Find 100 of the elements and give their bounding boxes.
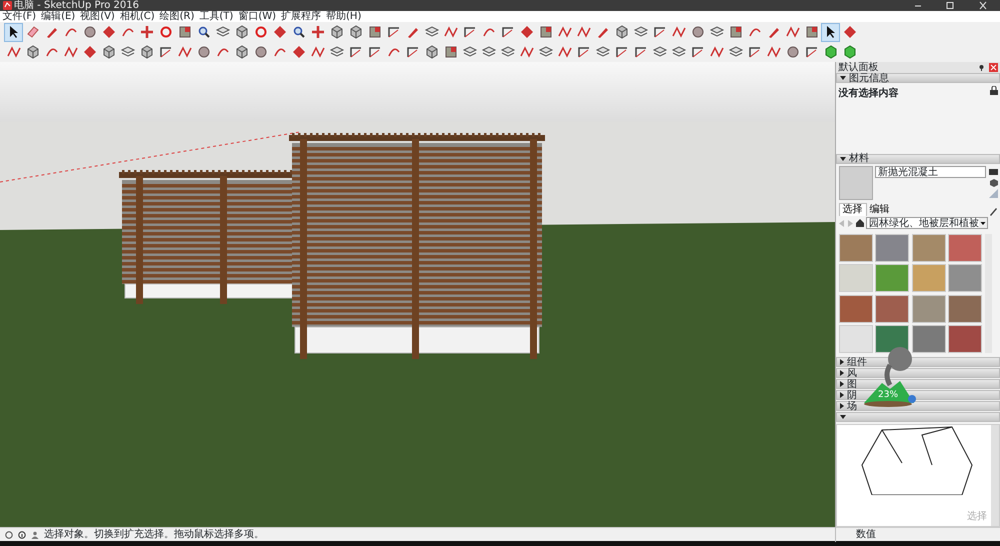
cube-icon [24,44,40,60]
texture-swatch[interactable] [948,234,982,262]
zigzag-icon [766,44,782,60]
zigzag-icon [670,24,686,40]
maximize-icon [945,1,955,10]
texture-swatch[interactable] [838,325,872,354]
menu-item[interactable]: 编辑(E) [41,11,76,22]
box-icon [822,44,838,60]
texture-swatch[interactable] [838,264,872,292]
menu-item[interactable]: 文件(F) [2,11,36,22]
texture-swatch[interactable] [838,234,872,262]
zigzag-icon [708,44,724,60]
section-title: 组件 [847,358,867,367]
geo-location-icon [5,530,13,538]
cross-arrows-icon [138,24,154,40]
menu-item[interactable]: 相机(C) [120,11,155,22]
section-title: 阴 [847,390,857,400]
menu-item[interactable]: 视图(V) [80,11,115,22]
panel-section-header[interactable]: 图元信息 [836,73,1000,83]
cube-icon [234,24,250,40]
status-text: 选择对象。切换到扩充选择。拖动鼠标选择多项。 [44,528,265,542]
texture-swatch[interactable] [912,294,946,323]
zigzag-icon [556,44,572,60]
cube-icon [100,44,116,60]
cube-icon [234,44,250,60]
texture-swatch[interactable] [948,264,982,292]
circle-icon [82,24,98,40]
cube-icon [424,44,440,60]
zigzag-icon [784,24,800,40]
texture-swatch[interactable] [948,325,982,354]
panel-section-header[interactable]: 风 [836,368,1000,378]
section-title: 场 [847,402,857,411]
diamond-icon [100,24,116,40]
zigzag-icon [6,44,22,60]
panel-title: 默认面板 [838,60,878,73]
lock-icon [990,86,998,94]
rotate-icon [252,24,268,40]
panel-section-header[interactable]: 材料 [836,154,1000,164]
diamond-icon [290,44,306,60]
square-icon [538,24,554,40]
square-icon [728,24,744,40]
diamond-icon [518,24,534,40]
toolbar-button[interactable] [4,22,23,42]
measurements-label: 数值 [856,529,876,540]
menu-item[interactable]: 绘图(R) [160,11,194,22]
pin-icon [978,64,984,71]
material-preview [838,166,872,200]
panel-section-header[interactable]: 图 [836,379,1000,390]
section-title: 材料 [849,154,869,164]
texture-swatch[interactable] [875,294,909,323]
entity-info-text: 没有选择内容 [838,86,900,100]
texture-swatch[interactable] [912,234,946,262]
zigzag-icon [556,24,572,40]
toolbar-button[interactable] [821,22,840,42]
texture-swatch[interactable] [912,325,946,354]
menu-item[interactable]: 窗口(W) [238,11,276,22]
texture-swatch[interactable] [875,325,909,354]
box-icon [842,44,858,60]
texture-swatch[interactable] [948,294,982,323]
select-label: 选择 [967,510,987,524]
panel-tab[interactable]: 选择 [838,202,866,216]
cube-icon [328,24,344,40]
circle-icon [252,44,268,60]
user-icon [31,530,39,538]
library-dropdown[interactable]: 园林绿化、地被层和植被 [866,217,988,230]
texture-swatch[interactable] [912,264,946,292]
menu-item[interactable]: 帮助(H) [326,11,362,22]
circle-icon [196,44,212,60]
home-icon [856,219,864,228]
square-icon [442,44,458,60]
zigzag-icon [310,44,326,60]
back-arrow-icon [838,220,844,227]
texture-swatch[interactable] [838,294,872,323]
circle-icon [784,44,800,60]
zigzag-icon [176,44,192,60]
zigzag-icon [442,24,458,40]
square-icon [804,24,820,40]
section-title: 图 [847,380,857,389]
scrollbar[interactable] [991,424,999,526]
material-name-field[interactable]: 新抛光混凝土 [875,166,986,178]
caret-icon [979,218,987,228]
square-icon [366,24,382,40]
texture-swatch[interactable] [875,234,909,262]
info-icon [18,530,26,538]
circle-icon [690,24,706,40]
diamond-icon [272,24,288,40]
close-icon [978,1,988,10]
forward-arrow-icon [847,220,853,227]
zigzag-icon [62,44,78,60]
cube-icon [138,44,154,60]
texture-swatch[interactable] [875,264,909,292]
diamond-icon [842,24,858,40]
cross-arrows-icon [310,24,326,40]
cube-icon [988,178,998,187]
zigzag-icon [576,24,592,40]
menu-item[interactable]: 扩展程序 [281,11,322,22]
panel-tab[interactable]: 编辑 [866,204,892,216]
cube-icon [348,24,364,40]
menu-item[interactable]: 工具(T) [199,11,234,22]
zigzag-icon [518,44,534,60]
